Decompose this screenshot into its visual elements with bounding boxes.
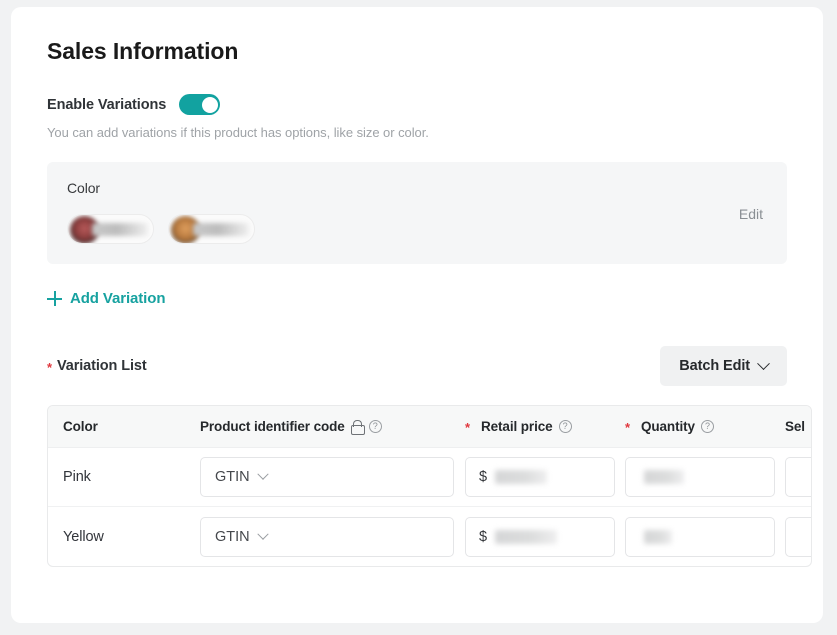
required-asterisk-icon: * [625, 421, 630, 434]
variation-list-header: * Variation List Batch Edit [47, 346, 787, 386]
variation-option-name: Color [67, 180, 767, 196]
lock-icon [351, 420, 363, 433]
add-variation-button[interactable]: Add Variation [47, 290, 165, 307]
currency-prefix: $ [479, 529, 487, 545]
edit-variation-link[interactable]: Edit [739, 206, 763, 222]
chevron-down-icon [257, 528, 268, 539]
variation-chip-row [67, 214, 767, 244]
quantity-value [644, 530, 672, 544]
retail-price-input[interactable]: $ [465, 457, 615, 497]
column-header-product-identifier-code: Product identifier code ? [200, 419, 465, 434]
column-header-price-label: Retail price [481, 419, 553, 434]
product-identifier-type-select[interactable]: GTIN [200, 457, 454, 497]
variation-list-title: * Variation List [47, 358, 147, 374]
variation-chip-label [92, 223, 148, 236]
quantity-input[interactable] [625, 517, 775, 557]
help-icon[interactable]: ? [559, 420, 572, 433]
table-header-row: Color Product identifier code ? * Retail… [48, 406, 811, 448]
column-header-retail-price: * Retail price ? [465, 419, 625, 434]
variation-chip[interactable] [67, 214, 154, 244]
add-variation-label: Add Variation [70, 290, 165, 307]
variation-chip[interactable] [168, 214, 255, 244]
table-row: Pink GTIN $ [48, 448, 811, 507]
currency-prefix: $ [479, 469, 487, 485]
retail-price-value [495, 470, 547, 484]
quantity-input[interactable] [625, 457, 775, 497]
page-background: Sales Information Enable Variations You … [0, 0, 837, 635]
variation-chip-label [193, 223, 249, 236]
page-title: Sales Information [47, 37, 787, 65]
column-header-quantity: * Quantity ? [625, 419, 785, 434]
column-header-sku-label: Sel [785, 419, 805, 434]
cell-retail-price: $ [465, 457, 625, 497]
chevron-down-icon [757, 357, 770, 370]
chevron-down-icon [257, 469, 268, 480]
column-header-seller-sku: Sel [785, 419, 812, 434]
variation-table: Color Product identifier code ? * Retail… [47, 405, 812, 567]
quantity-value [644, 470, 684, 484]
cell-quantity [625, 517, 785, 557]
required-asterisk-icon: * [47, 361, 52, 374]
variation-list-label: Variation List [57, 358, 147, 374]
cell-seller-sku [785, 457, 812, 497]
cell-seller-sku [785, 517, 812, 557]
variation-option-panel: Color Edit [47, 162, 787, 264]
required-asterisk-icon: * [465, 421, 470, 434]
enable-variations-label: Enable Variations [47, 97, 166, 113]
column-header-pid-label: Product identifier code [200, 419, 345, 434]
product-identifier-type-value: GTIN [215, 469, 250, 485]
column-header-color-label: Color [63, 419, 98, 434]
help-icon[interactable]: ? [701, 420, 714, 433]
sales-information-card: Sales Information Enable Variations You … [11, 7, 823, 623]
batch-edit-button[interactable]: Batch Edit [660, 346, 787, 386]
retail-price-input[interactable]: $ [465, 517, 615, 557]
batch-edit-label: Batch Edit [679, 358, 750, 374]
product-identifier-type-select[interactable]: GTIN [200, 517, 454, 557]
cell-product-identifier-type: GTIN [200, 457, 465, 497]
enable-variations-toggle[interactable] [179, 94, 220, 115]
seller-sku-input[interactable] [785, 457, 812, 497]
cell-product-identifier-type: GTIN [200, 517, 465, 557]
cell-color: Pink [48, 469, 200, 485]
seller-sku-input[interactable] [785, 517, 812, 557]
cell-color: Yellow [48, 529, 200, 545]
column-header-color: Color [48, 419, 200, 434]
plus-icon [47, 291, 62, 306]
product-identifier-type-value: GTIN [215, 529, 250, 545]
table-row: Yellow GTIN $ [48, 507, 811, 566]
retail-price-value [495, 530, 557, 544]
column-header-quantity-label: Quantity [641, 419, 695, 434]
enable-variations-row: Enable Variations [47, 94, 787, 115]
variations-helper-text: You can add variations if this product h… [47, 125, 787, 140]
cell-retail-price: $ [465, 517, 625, 557]
cell-quantity [625, 457, 785, 497]
help-icon[interactable]: ? [369, 420, 382, 433]
toggle-knob [202, 97, 218, 113]
